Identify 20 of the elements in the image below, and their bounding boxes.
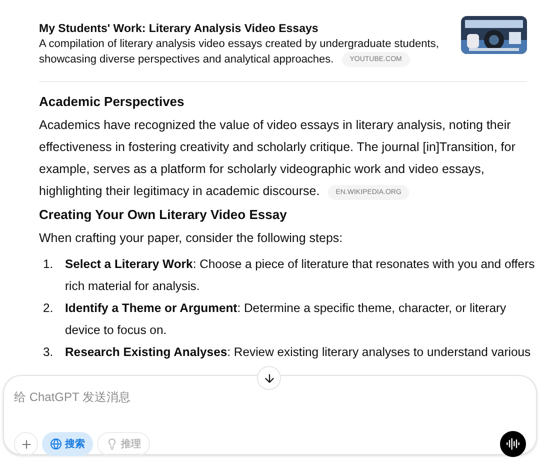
section-heading: Creating Your Own Literary Video Essay bbox=[39, 206, 288, 224]
sound-wave-icon bbox=[506, 437, 520, 451]
section-heading: Academic Perspectives bbox=[39, 93, 186, 112]
voice-button[interactable] bbox=[500, 431, 526, 457]
lightbulb-icon bbox=[106, 438, 118, 450]
list-number: 2. bbox=[43, 300, 54, 318]
tool-button[interactable]: 搜索 bbox=[42, 432, 93, 456]
plus-icon bbox=[20, 438, 32, 450]
list-item-text: Research Existing Analyses: Review existing literary analyses to understand various bbox=[65, 344, 531, 362]
paragraph: When crafting your paper, consider the following steps: bbox=[39, 230, 344, 248]
list-number: 3. bbox=[43, 344, 54, 362]
list-number: 1. bbox=[43, 256, 54, 274]
scroll-down-button[interactable] bbox=[257, 366, 281, 390]
card-title[interactable]: My Students' Work: Literary Analysis Video Essays bbox=[39, 21, 449, 37]
attach-button[interactable] bbox=[14, 432, 38, 456]
list-item-text: Select a Literary Work: Choose a piece of literature that resonates with you and offers rich material for analysis. bbox=[65, 256, 536, 296]
globe-icon bbox=[50, 438, 62, 450]
arrow-down-icon bbox=[262, 372, 276, 384]
list-item-text: Identify a Theme or Argument: Determine a specific theme, character, or literary device to focus on. bbox=[65, 300, 508, 340]
message-input[interactable]: 给 ChatGPT 发送消息 bbox=[14, 388, 526, 406]
